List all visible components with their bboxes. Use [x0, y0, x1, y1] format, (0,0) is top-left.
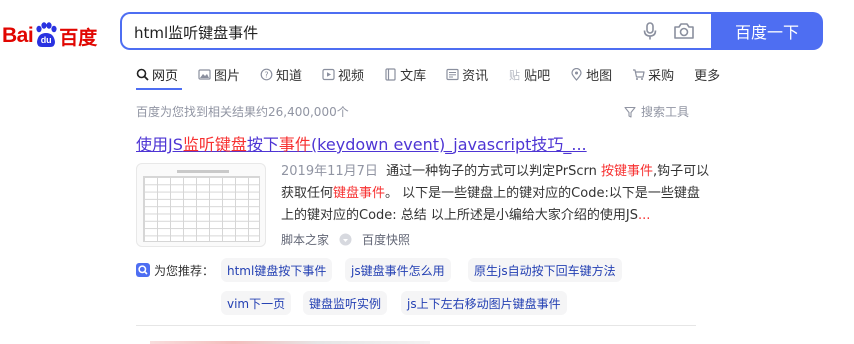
result-count: 百度为您找到相关结果约26,400,000个: [136, 105, 349, 119]
filter-icon: [624, 106, 636, 118]
shield-icon[interactable]: [339, 233, 352, 246]
image-icon: [198, 68, 211, 80]
tieba-icon: 贴: [509, 68, 520, 81]
tab-label: 采购: [648, 68, 675, 84]
snippet-ellipsis: ...: [638, 208, 651, 223]
logo-text-cn: 百度: [59, 26, 98, 49]
search-tabs: 网页 图片 ? 知道 视频 文库 资讯 贴 贴吧 地图 采购 更多: [136, 64, 740, 84]
tab-news[interactable]: 资讯: [446, 65, 488, 84]
title-part: (keydown event)_javascript技巧_...: [310, 135, 587, 154]
title-part: 使用JS: [136, 135, 183, 154]
cart-icon: [633, 68, 645, 80]
tab-caigou[interactable]: 采购: [632, 65, 674, 84]
result-snippet: 2019年11月7日 通过一种钩子的方式可以判定PrScrn 按键事件,钩子可以…: [281, 161, 709, 227]
tab-label: 知道: [276, 68, 303, 84]
snippet-line: 获取任何键盘事件。 以下是一些键盘上的键对应的Code:以下是一些键盘: [281, 183, 701, 205]
thumbnail-caption: [177, 170, 229, 173]
tab-label: 视频: [338, 68, 365, 84]
book-icon: [385, 67, 396, 81]
tab-zhidao[interactable]: ? 知道: [260, 65, 302, 84]
camera-icon[interactable]: [673, 22, 695, 40]
recommend-chip[interactable]: html键盘按下事件: [221, 258, 333, 282]
snippet-text: 。 以下是一些键盘上的键对应的Code:以下是一些键盘: [385, 186, 700, 201]
search-box[interactable]: html监听键盘事件: [120, 12, 713, 50]
search-tools-button[interactable]: 搜索工具: [624, 103, 689, 120]
map-pin-icon: [571, 67, 582, 81]
title-part: 按下: [246, 135, 279, 154]
search-button[interactable]: 百度一下: [711, 12, 823, 50]
tab-video[interactable]: 视频: [322, 65, 364, 84]
tab-label: 文库: [400, 68, 427, 84]
snippet-spacer: [378, 164, 386, 179]
snippet-text: ,钩子可以: [653, 164, 710, 179]
recommend-label-text: 为您推荐：: [154, 263, 215, 278]
tab-tieba[interactable]: 贴 贴吧: [508, 65, 550, 84]
snippet-text: 获取任何: [281, 186, 334, 201]
snippet-highlight: 键盘事件: [333, 186, 386, 201]
news-icon: [446, 68, 459, 80]
recommend-chip[interactable]: js上下左右移动图片键盘事件: [401, 291, 567, 315]
recommend-chip[interactable]: 键盘监听实例: [303, 291, 388, 315]
recommend-search-icon: [136, 263, 150, 277]
source-name[interactable]: 脚本之家: [281, 231, 329, 248]
title-highlight: 事件: [278, 135, 311, 154]
microphone-icon[interactable]: [640, 21, 660, 41]
snippet-line: 2019年11月7日 通过一种钩子的方式可以判定PrScrn 按键事件,钩子可以: [281, 161, 709, 183]
result-thumbnail[interactable]: [136, 163, 266, 247]
result-title-link[interactable]: 使用JS监听键盘按下事件(keydown event)_javascript技巧…: [136, 131, 587, 155]
tab-label: 网页: [152, 68, 179, 84]
search-input[interactable]: html监听键盘事件: [134, 22, 258, 43]
logo-text-bai: Bai: [2, 24, 34, 47]
tab-label: 地图: [586, 68, 613, 84]
search-tools-label: 搜索工具: [641, 105, 690, 119]
result-divider: [136, 325, 696, 326]
paw-icon: du: [34, 22, 58, 48]
tab-map[interactable]: 地图: [570, 65, 612, 84]
search-icon: [136, 68, 149, 81]
svg-text:贴: 贴: [509, 68, 520, 81]
tab-label: 资讯: [462, 68, 489, 84]
result-date: 2019年11月7日: [281, 164, 378, 179]
title-highlight: 监听键盘: [182, 135, 247, 154]
tab-label: 图片: [214, 68, 241, 84]
snippet-highlight: 按键事件: [601, 164, 654, 179]
recommend-chip[interactable]: vim下一页: [221, 291, 292, 315]
snippet-line: 上的键对应的Code: 总结 以上所述是小编给大家介绍的使用JS...: [281, 205, 701, 227]
question-icon: ?: [260, 68, 273, 80]
tab-web[interactable]: 网页: [136, 65, 178, 84]
baidu-logo[interactable]: Bai du 百度: [2, 22, 97, 50]
active-tab-indicator: [136, 88, 182, 90]
thumbnail-table: [143, 176, 260, 242]
logo-text-du: du: [40, 35, 52, 45]
recommend-chip[interactable]: 原生js自动按下回车键方法: [468, 258, 622, 282]
tab-label: 贴吧: [524, 68, 551, 84]
play-icon: [322, 68, 335, 80]
snippet-text: 通过一种钩子的方式可以判定PrScrn: [386, 164, 602, 179]
recommend-chip[interactable]: js键盘事件怎么用: [345, 258, 451, 282]
svg-text:?: ?: [264, 70, 268, 79]
snapshot-link[interactable]: 百度快照: [362, 231, 410, 248]
tab-label: 更多: [694, 68, 721, 84]
tab-more[interactable]: 更多: [694, 65, 720, 84]
recommend-label: 为您推荐：: [136, 262, 214, 278]
tab-images[interactable]: 图片: [198, 65, 240, 84]
snippet-text: 上的键对应的Code: 总结 以上所述是小编给大家介绍的使用JS: [281, 208, 639, 223]
result-source: 脚本之家 百度快照: [281, 231, 410, 248]
tab-wenku[interactable]: 文库: [384, 65, 426, 84]
